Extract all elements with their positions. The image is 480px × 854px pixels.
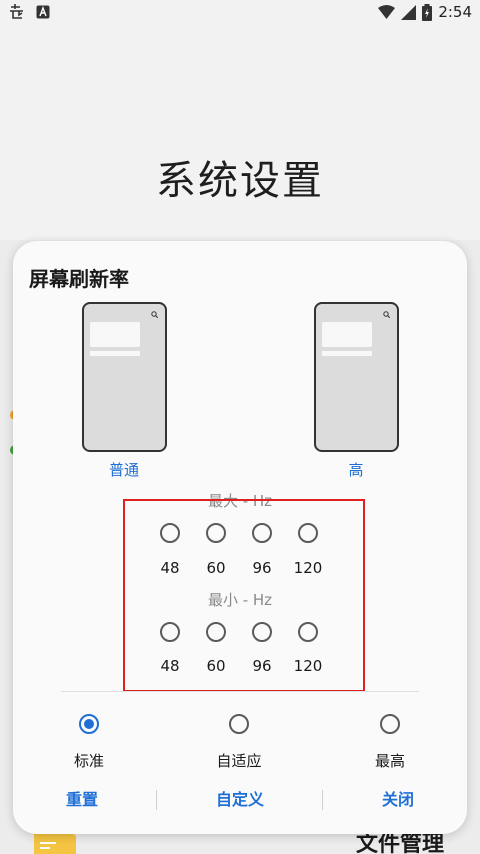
custom-button[interactable]: 自定义 bbox=[180, 786, 300, 810]
button-separator bbox=[322, 790, 323, 810]
wifi-icon bbox=[378, 5, 396, 19]
dialog-title: 屏幕刷新率 bbox=[29, 267, 129, 291]
preview-line bbox=[90, 351, 140, 356]
mode-highest-label: 最高 bbox=[374, 752, 405, 770]
app-notification-icon bbox=[8, 3, 26, 21]
refresh-rate-dialog: 屏幕刷新率 普通 高 最大 - Hz 48 60 96 120 最小 - Hz … bbox=[13, 241, 467, 834]
page-title: 系统设置 bbox=[156, 158, 324, 204]
signal-icon bbox=[401, 4, 417, 20]
preview-line bbox=[322, 351, 372, 356]
phone-preview-high[interactable] bbox=[314, 302, 399, 452]
mode-adaptive-label: 自适应 bbox=[216, 752, 262, 770]
a-notification-icon bbox=[36, 5, 50, 19]
status-time: 2:54 bbox=[438, 3, 472, 21]
mode-standard-radio[interactable] bbox=[79, 714, 99, 734]
battery-charging-icon bbox=[422, 3, 433, 21]
phone-label-high[interactable]: 高 bbox=[316, 459, 396, 480]
status-bar: 2:54 bbox=[0, 0, 480, 24]
close-button[interactable]: 关闭 bbox=[338, 786, 458, 810]
mode-highest-radio[interactable] bbox=[380, 714, 400, 734]
reset-button[interactable]: 重置 bbox=[22, 786, 142, 810]
mode-adaptive-radio[interactable] bbox=[229, 714, 249, 734]
search-icon bbox=[151, 311, 159, 320]
button-separator bbox=[156, 790, 157, 810]
phone-label-normal[interactable]: 普通 bbox=[84, 459, 164, 480]
divider bbox=[61, 691, 419, 692]
search-icon bbox=[383, 311, 391, 320]
dialog-button-row: 重置 自定义 关闭 bbox=[13, 786, 467, 814]
preview-card bbox=[90, 322, 140, 347]
preview-card bbox=[322, 322, 372, 347]
highlight-box bbox=[123, 499, 365, 692]
phone-preview-normal[interactable] bbox=[82, 302, 167, 452]
mode-standard-label: 标准 bbox=[73, 752, 104, 770]
